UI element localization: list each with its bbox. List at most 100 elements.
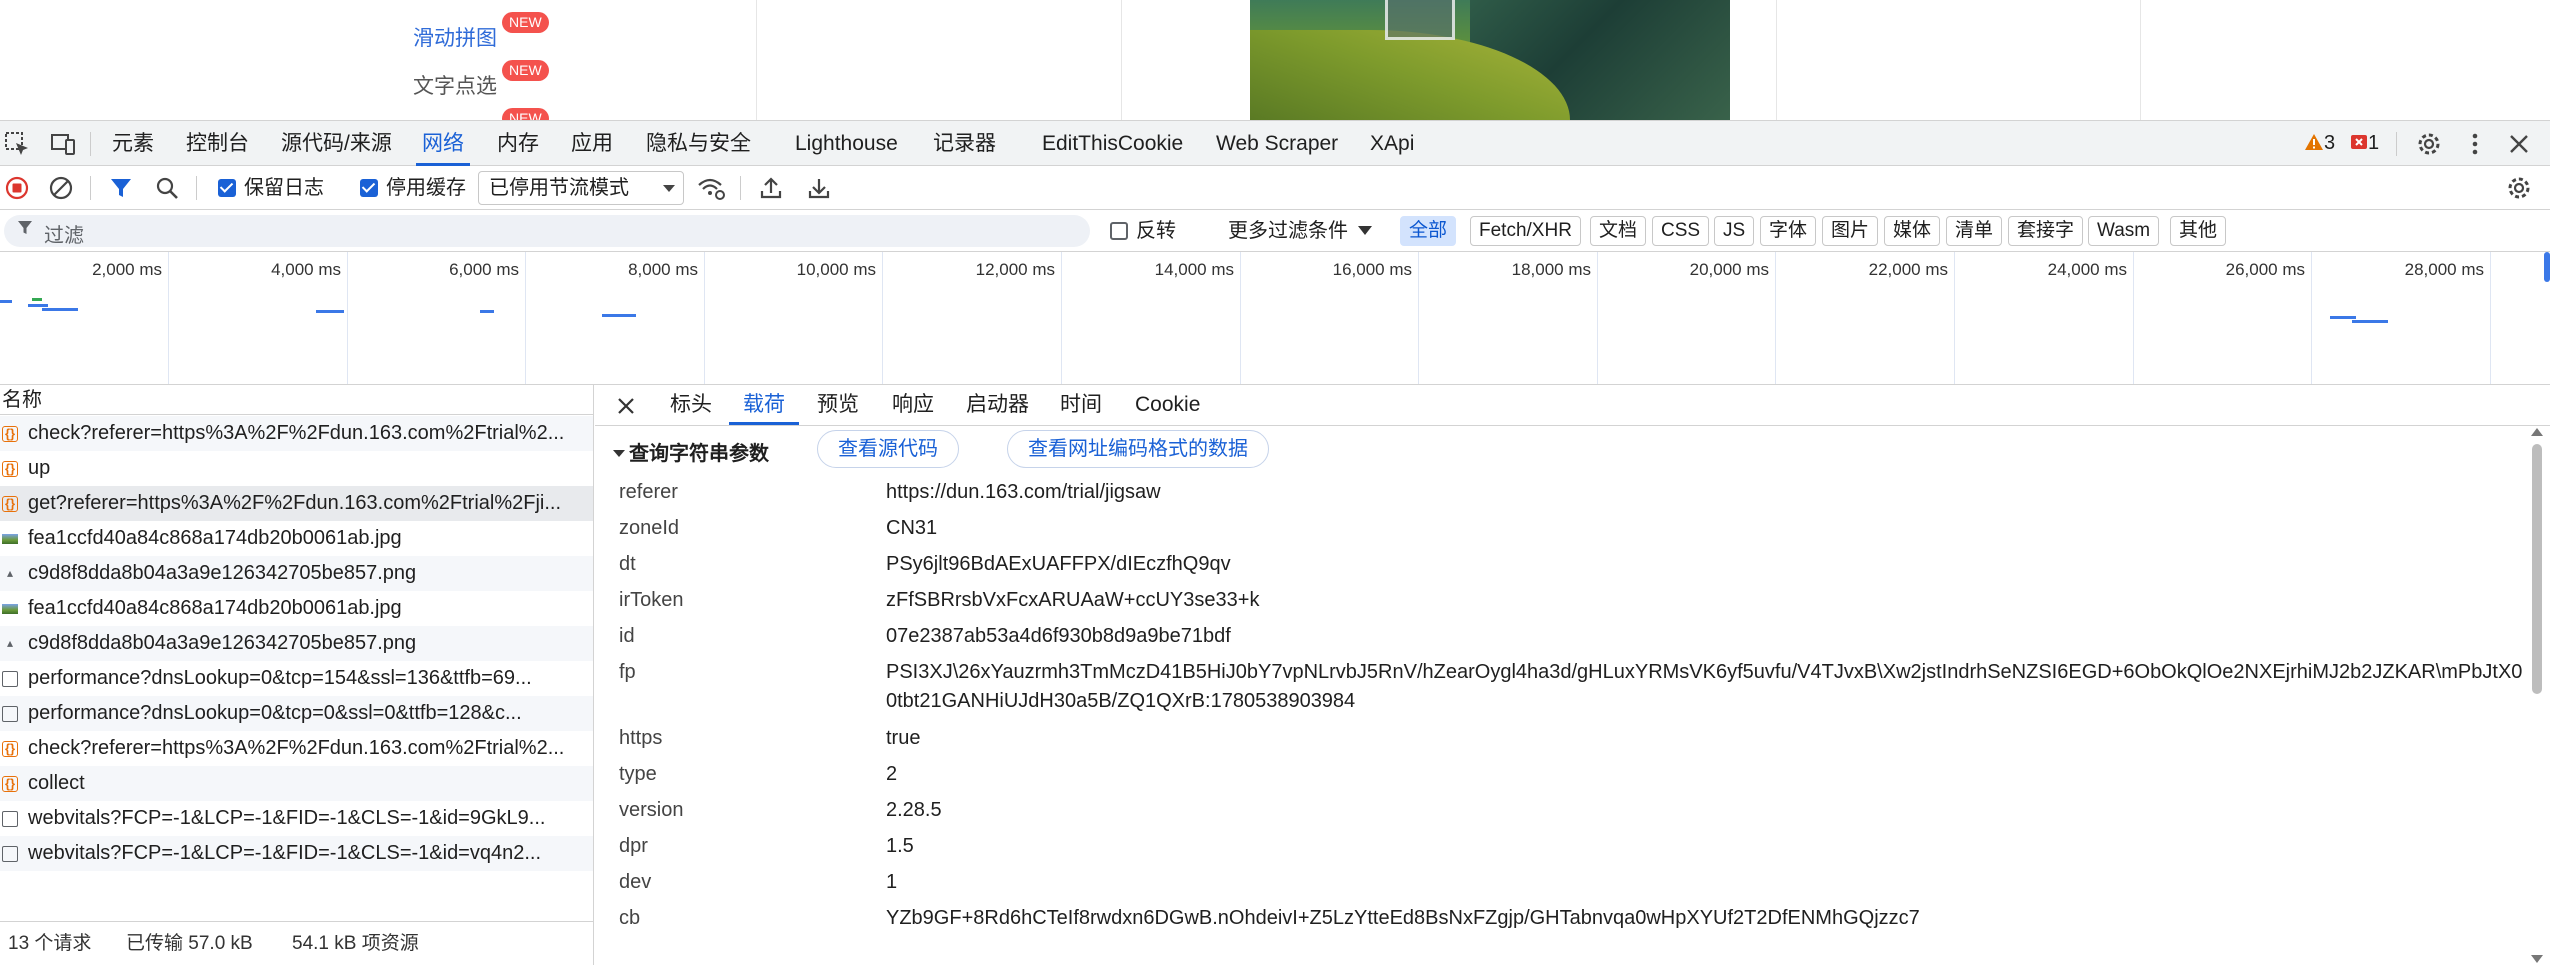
tab-lighthouse[interactable]: Lighthouse — [795, 121, 898, 166]
tab-initiator[interactable]: 启动器 — [966, 385, 1029, 425]
more-filters-label: 更多过滤条件 — [1228, 220, 1348, 242]
device-toolbar-icon[interactable] — [50, 131, 76, 157]
request-row[interactable]: performance?dnsLookup=0&tcp=154&ssl=136&… — [0, 661, 593, 696]
request-row[interactable]: performance?dnsLookup=0&tcp=0&ssl=0&ttfb… — [0, 696, 593, 731]
filter-funnel-icon[interactable] — [108, 175, 134, 201]
tab-privacy-security[interactable]: 隐私与安全 — [646, 121, 751, 166]
query-string-section-toggle[interactable]: 查询字符串参数 — [613, 437, 769, 466]
tab-timing[interactable]: 时间 — [1060, 385, 1102, 425]
import-har-icon[interactable] — [758, 175, 784, 201]
request-row[interactable]: {} collect — [0, 766, 593, 801]
scrollbar-thumb[interactable] — [2532, 444, 2542, 694]
request-row[interactable]: ▴ c9d8f8dda8b04a3a9e126342705be857.png — [0, 626, 593, 661]
separator — [740, 176, 741, 200]
filter-type-css[interactable]: CSS — [1652, 216, 1710, 246]
separator — [90, 132, 91, 156]
param-key: https — [619, 727, 663, 749]
filter-input[interactable]: 过滤 — [4, 215, 1090, 247]
timeline-tick-label: 4,000 ms — [271, 260, 341, 279]
warnings-counter[interactable]: 3 — [2304, 121, 2335, 166]
timeline-gridline — [1597, 252, 1598, 384]
filter-type-websocket[interactable]: 套接字 — [2008, 216, 2084, 246]
tab-headers[interactable]: 标头 — [670, 385, 712, 425]
timeline-tick-label: 14,000 ms — [1154, 260, 1234, 279]
request-row[interactable]: webvitals?FCP=-1&LCP=-1&FID=-1&CLS=-1&id… — [0, 836, 593, 871]
filter-type-js[interactable]: JS — [1714, 216, 1755, 246]
filter-type-wasm[interactable]: Wasm — [2088, 216, 2160, 246]
close-devtools-icon[interactable] — [2506, 131, 2532, 157]
disable-cache-checkbox[interactable]: 停用缓存 — [360, 175, 466, 201]
request-row[interactable]: {} up — [0, 451, 593, 486]
errors-counter[interactable]: 1 — [2350, 121, 2379, 166]
filter-type-doc[interactable]: 文档 — [1590, 216, 1647, 246]
tab-network[interactable]: 网络 — [416, 121, 470, 166]
request-row[interactable]: webvitals?FCP=-1&LCP=-1&FID=-1&CLS=-1&id… — [0, 801, 593, 836]
tab-response[interactable]: 响应 — [892, 385, 934, 425]
captcha-link-jigsaw[interactable]: 滑动拼图 — [413, 22, 497, 52]
network-overview-timeline[interactable]: 2,000 ms 4,000 ms 6,000 ms 8,000 ms 10,000 m… — [0, 252, 2550, 385]
tab-elements[interactable]: 元素 — [112, 121, 154, 166]
tab-payload[interactable]: 载荷 — [729, 385, 799, 425]
tab-console[interactable]: 控制台 — [186, 121, 249, 166]
filter-type-media[interactable]: 媒体 — [1884, 216, 1941, 246]
filter-type-img[interactable]: 图片 — [1822, 216, 1879, 246]
detail-scrollbar[interactable] — [2530, 426, 2544, 965]
filter-bar: 过滤 反转 更多过滤条件 全部 Fetch/XHR 文档 CSS JS 字体 图… — [0, 210, 2550, 252]
param-value: CN31 — [886, 517, 938, 539]
column-header-name[interactable]: 名称 — [0, 385, 594, 415]
transferred-size: 已传输 57.0 kB — [126, 933, 253, 954]
view-url-encoded-button[interactable]: 查看网址编码格式的数据 — [1007, 430, 1269, 468]
network-settings-gear-icon[interactable] — [2506, 175, 2532, 201]
request-row[interactable]: {} check?referer=https%3A%2F%2Fdun.163.co… — [0, 416, 593, 451]
view-source-button[interactable]: 查看源代码 — [817, 430, 959, 468]
search-icon[interactable] — [154, 175, 180, 201]
tab-preview[interactable]: 预览 — [817, 385, 859, 425]
overview-request-bar — [2330, 316, 2356, 319]
clear-log-icon[interactable] — [48, 175, 74, 201]
request-row[interactable]: ▴ c9d8f8dda8b04a3a9e126342705be857.png — [0, 556, 593, 591]
tab-memory[interactable]: 内存 — [497, 121, 539, 166]
request-row[interactable]: {} check?referer=https%3A%2F%2Fdun.163.co… — [0, 731, 593, 766]
param-value: 2 — [886, 763, 898, 785]
invert-checkbox[interactable]: 反转 — [1110, 218, 1176, 244]
filter-type-font[interactable]: 字体 — [1760, 216, 1817, 246]
close-detail-icon[interactable] — [615, 387, 637, 423]
more-options-icon[interactable] — [2462, 131, 2488, 157]
request-list: 名称 13 个请求 已传输 57.0 kB 54.1 kB 项资源 {} chec… — [0, 385, 594, 965]
request-name: webvitals?FCP=-1&LCP=-1&FID=-1&CLS=-1&id… — [28, 807, 546, 829]
tab-web-scraper[interactable]: Web Scraper — [1216, 121, 1338, 166]
captcha-link-text-click[interactable]: 文字点选 — [413, 70, 497, 100]
timeline-tick-label: 24,000 ms — [2047, 260, 2127, 279]
timeline-gridline — [1240, 252, 1241, 384]
network-conditions-icon[interactable] — [696, 175, 725, 201]
tab-sources[interactable]: 源代码/来源 — [281, 121, 392, 166]
filter-type-other[interactable]: 其他 — [2170, 216, 2227, 246]
export-har-icon[interactable] — [806, 175, 832, 201]
throttling-select[interactable]: 已停用节流模式 — [478, 171, 684, 205]
settings-gear-icon[interactable] — [2416, 131, 2442, 157]
request-row[interactable]: fea1ccfd40a84c868a174db20b0061ab.jpg — [0, 521, 593, 556]
disable-cache-label: 停用缓存 — [386, 177, 466, 199]
tab-recorder[interactable]: 记录器 — [933, 121, 996, 166]
tab-application[interactable]: 应用 — [571, 121, 613, 166]
scroll-up-arrow-icon[interactable] — [2531, 428, 2543, 436]
filter-type-manifest[interactable]: 清单 — [1946, 216, 2003, 246]
tab-cookies[interactable]: Cookie — [1135, 385, 1200, 425]
scroll-down-arrow-icon[interactable] — [2531, 955, 2543, 963]
tab-xapi[interactable]: XApi — [1370, 121, 1414, 166]
new-badge: NEW — [502, 108, 549, 120]
request-row[interactable]: fea1ccfd40a84c868a174db20b0061ab.jpg — [0, 591, 593, 626]
timeline-handle[interactable] — [2544, 252, 2550, 282]
filter-type-all[interactable]: 全部 — [1400, 216, 1457, 246]
filter-placeholder: 过滤 — [44, 225, 84, 247]
request-row[interactable]: {} get?referer=https%3A%2F%2Fdun.163.com%… — [0, 486, 593, 521]
preserve-log-checkbox[interactable]: 保留日志 — [218, 175, 324, 201]
param-value: 1.5 — [886, 835, 914, 857]
inspect-element-icon[interactable] — [4, 131, 30, 157]
record-stop-icon[interactable] — [4, 175, 30, 201]
param-key: fp — [619, 661, 636, 683]
filter-type-fetch-xhr[interactable]: Fetch/XHR — [1470, 216, 1581, 246]
tab-editthiscookie[interactable]: EditThisCookie — [1042, 121, 1183, 166]
more-filters-dropdown[interactable]: 更多过滤条件 — [1228, 218, 1372, 244]
overview-request-bar — [602, 314, 636, 317]
